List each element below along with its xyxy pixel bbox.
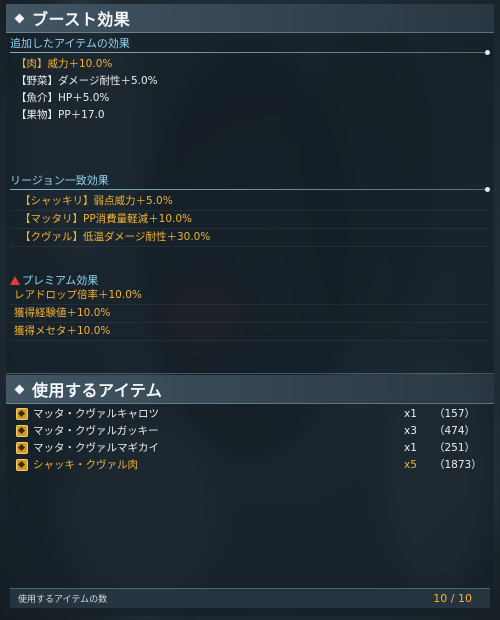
item-row[interactable]: マッタ・クヴァルマギカイ x1 （251） — [16, 439, 484, 456]
fruit-icon — [16, 424, 28, 437]
region-effect-row: 【シャッキリ】弱点威力＋5.0% — [10, 193, 488, 211]
effect-row-fruit: 【果物】PP＋17.0 — [16, 109, 105, 121]
boost-effects-panel: ブースト効果 追加したアイテムの効果 【肉】威力＋10.0% 【野菜】ダメージ耐… — [6, 4, 494, 374]
warning-triangle-icon — [10, 276, 20, 285]
item-name: シャッキ・クヴァル肉 — [33, 459, 138, 471]
item-quantity: x5 — [404, 458, 417, 471]
meat-icon — [16, 458, 28, 471]
vegetable-icon — [16, 407, 28, 420]
item-quantity: x3 — [404, 424, 417, 437]
item-count-footer: 使用するアイテムの数 10 / 10 — [10, 588, 490, 608]
region-match-title: リージョン一致効果 — [10, 174, 109, 187]
item-name: マッタ・クヴァルマギカイ — [33, 442, 159, 454]
items-to-use-panel: 使用するアイテム マッタ・クヴァルキャロツ x1 （157） マッタ・クヴァルガ… — [6, 375, 494, 616]
premium-effect-row: 獲得経験値＋10.0% — [10, 305, 488, 323]
premium-title: プレミアム効果 — [22, 274, 99, 287]
premium-list: レアドロップ倍率＋10.0% 獲得経験値＋10.0% 獲得メセタ＋10.0% — [10, 287, 488, 341]
item-quantity: x1 — [404, 441, 417, 454]
seafood-icon — [16, 441, 28, 454]
effect-row-seafood: 【魚介】HP＋5.0% — [16, 92, 110, 104]
region-effect-row: 【マッタリ】PP消費量軽減＋10.0% — [10, 211, 488, 229]
boost-panel-header: ブースト効果 — [6, 4, 494, 33]
effect-row-meat: 【肉】威力＋10.0% — [16, 58, 113, 70]
item-row[interactable]: マッタ・クヴァルキャロツ x1 （157） — [16, 405, 484, 422]
region-match-section: リージョン一致効果 【シャッキリ】弱点威力＋5.0% 【マッタリ】PP消費量軽減… — [6, 174, 494, 247]
item-stock: （157） — [434, 408, 476, 420]
premium-title-line: プレミアム効果 — [10, 274, 492, 287]
diamond-bullet-icon — [14, 384, 25, 394]
item-stock: （1873） — [434, 459, 482, 471]
item-count-label: 使用するアイテムの数 — [18, 595, 108, 605]
premium-section: プレミアム効果 レアドロップ倍率＋10.0% 獲得経験値＋10.0% 獲得メセタ… — [6, 274, 494, 341]
item-stock: （251） — [434, 442, 476, 454]
added-items-section: 追加したアイテムの効果 【肉】威力＋10.0% 【野菜】ダメージ耐性＋5.0% … — [6, 37, 494, 124]
item-stock: （474） — [434, 425, 476, 437]
item-row[interactable]: シャッキ・クヴァル肉 x5 （1873） — [16, 456, 484, 473]
section-divider — [10, 50, 490, 55]
item-row[interactable]: マッタ・クヴァルガッキー x3 （474） — [16, 422, 484, 439]
boost-panel-title: ブースト効果 — [32, 10, 131, 29]
section-divider — [10, 187, 490, 192]
effect-row-vegetable: 【野菜】ダメージ耐性＋5.0% — [16, 75, 158, 87]
item-name: マッタ・クヴァルキャロツ — [33, 408, 159, 420]
premium-effect-row: レアドロップ倍率＋10.0% — [10, 287, 488, 305]
items-panel-title: 使用するアイテム — [32, 381, 163, 400]
added-items-title: 追加したアイテムの効果 — [10, 37, 130, 50]
added-items-list: 【肉】威力＋10.0% 【野菜】ダメージ耐性＋5.0% 【魚介】HP＋5.0% … — [6, 56, 494, 124]
diamond-bullet-icon — [14, 13, 25, 23]
item-name: マッタ・クヴァルガッキー — [33, 425, 159, 437]
items-panel-header: 使用するアイテム — [6, 375, 494, 404]
item-quantity: x1 — [404, 407, 417, 420]
region-effect-row: 【クヴァル】低温ダメージ耐性＋30.0% — [10, 229, 488, 247]
region-match-list: 【シャッキリ】弱点威力＋5.0% 【マッタリ】PP消費量軽減＋10.0% 【クヴ… — [10, 193, 488, 247]
item-count-value: 10 / 10 — [433, 592, 472, 605]
premium-effect-row: 獲得メセタ＋10.0% — [10, 323, 488, 341]
